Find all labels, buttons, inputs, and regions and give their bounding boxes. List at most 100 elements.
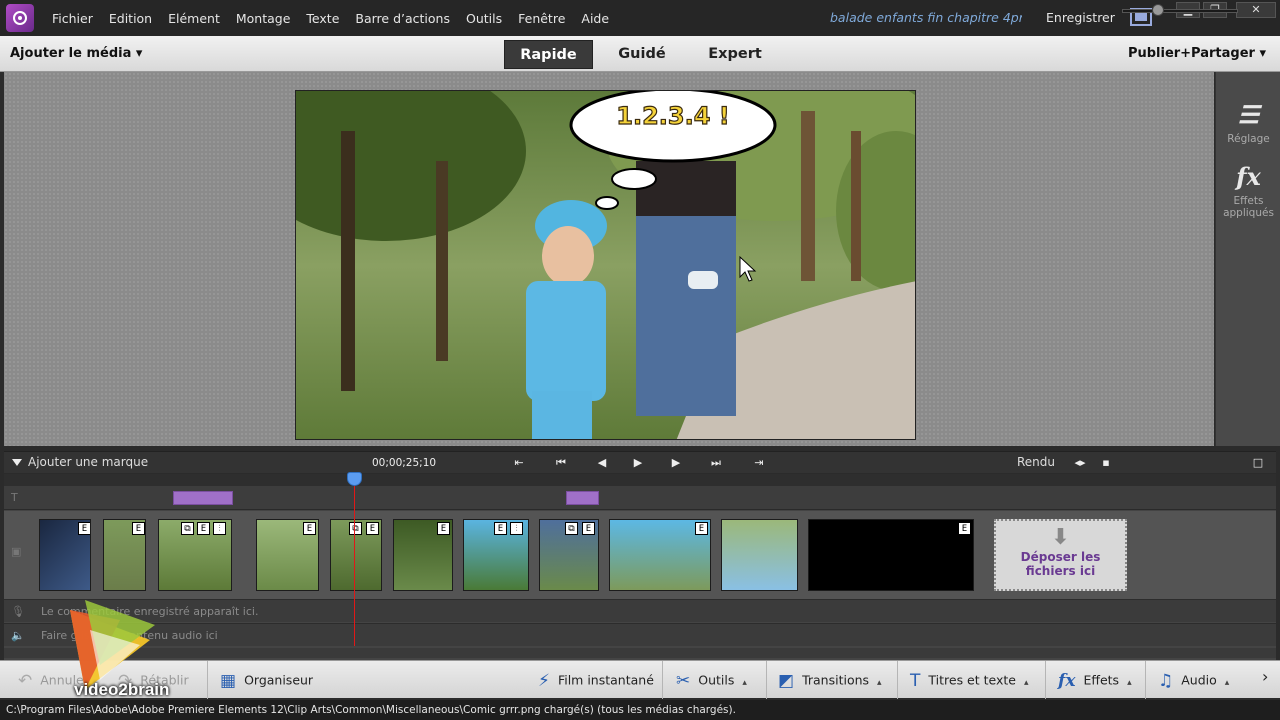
video-preview[interactable]: 1.2.3.4 !	[295, 90, 916, 440]
adjust-tool[interactable]: ☰ Réglage	[1216, 100, 1280, 145]
clip-copy-badge-icon: ⧉	[181, 522, 194, 535]
video-clip[interactable]: ⧉ E ⫶	[158, 519, 232, 591]
menu-element[interactable]: Elément	[160, 11, 228, 26]
text-t-icon: T	[910, 671, 921, 691]
premiere-elements-logo-icon	[6, 4, 34, 32]
video-clip[interactable]: E	[393, 519, 453, 591]
transitions-label: Transitions	[802, 672, 870, 688]
video-clip[interactable]: ⧉ E	[539, 519, 599, 591]
microphone-icon: 🎙	[11, 605, 25, 618]
applied-effects-tool[interactable]: fx Effets appliqués	[1216, 162, 1280, 219]
timeline-scrollbar[interactable]	[4, 648, 1276, 658]
narration-track: 🎙 Le commentaire enregistré apparaît ici…	[4, 599, 1276, 622]
adjustments-panel: ☰ Réglage fx Effets appliqués	[1215, 72, 1280, 446]
status-bar: C:\Program Files\Adobe\Adobe Premiere El…	[0, 700, 1280, 720]
menu-texte[interactable]: Texte	[298, 11, 347, 26]
menu-fenetre[interactable]: Fenêtre	[510, 11, 573, 26]
clip-copy-badge-icon: ⧉	[565, 522, 578, 535]
caret-up-icon: ▴	[1023, 677, 1029, 688]
tab-guide[interactable]: Guidé	[605, 40, 679, 69]
transitions-icon: ◩	[778, 671, 795, 691]
clip-fx-badge-icon: E	[494, 522, 507, 535]
video-clip[interactable]: E ⫶	[463, 519, 529, 591]
close-button[interactable]: ✕	[1236, 2, 1276, 18]
title-track: T	[4, 486, 1276, 510]
add-marker-button[interactable]: Ajouter une marque	[12, 455, 148, 469]
video-track: ▣ E E ⧉ E ⫶ E ⧉ E E E ⫶ ⧉ E E E ⬇ Déposer les…	[4, 511, 1276, 599]
toolbar-more-icon[interactable]: ›	[1262, 667, 1268, 686]
organizer-button[interactable]: ▦ Organiseur	[220, 671, 313, 691]
titles-text-button[interactable]: T Titres et texte ▴	[910, 671, 1029, 691]
undo-icon: ↶	[18, 671, 33, 691]
go-to-start-icon[interactable]: ⏮	[551, 454, 571, 472]
clip-fx-badge-icon: E	[437, 522, 450, 535]
go-to-end-icon[interactable]: ⏭	[706, 454, 726, 472]
time-ruler[interactable]	[4, 474, 1276, 486]
video-clip[interactable]: E	[39, 519, 91, 591]
tab-rapide[interactable]: Rapide	[504, 40, 593, 69]
play-icon[interactable]: ▶	[628, 454, 648, 472]
timeline-zoom-slider[interactable]	[1122, 9, 1238, 13]
video-frame-image: 1.2.3.4 !	[296, 91, 915, 439]
effects-label: Effets	[1083, 672, 1120, 688]
audio-button[interactable]: ♫ Audio ▴	[1158, 671, 1229, 691]
mode-bar: Ajouter le média ▾ Rapide Guidé Expert P…	[0, 36, 1280, 72]
tools-button[interactable]: ✂ Outils ▴	[676, 671, 747, 691]
action-bar: ↶ Annuler ↷ Rétablir ▦ Organiseur ⚡ Film ins…	[0, 660, 1280, 699]
caret-up-icon: ▴	[1127, 677, 1132, 688]
menu-edition[interactable]: Edition	[101, 11, 160, 26]
timeline-zoom-knob[interactable]	[1152, 4, 1164, 16]
menu-barre-actions[interactable]: Barre d’actions	[347, 11, 458, 26]
clip-fx-badge-icon: E	[582, 522, 595, 535]
step-forward-icon[interactable]: ▶	[666, 454, 686, 472]
menu-fichier[interactable]: Fichier	[44, 11, 101, 26]
adjust-label: Réglage	[1227, 133, 1270, 145]
clip-fx-badge-icon: E	[958, 522, 971, 535]
video-clip[interactable]: E	[103, 519, 146, 591]
organizer-grid-icon: ▦	[220, 671, 237, 691]
fit-timeline-icon[interactable]: ◂▸	[1070, 454, 1090, 472]
video-clip[interactable]: E	[609, 519, 711, 591]
arrow-down-icon: ⬇	[1051, 525, 1070, 550]
video-clip[interactable]: ⧉ E	[330, 519, 382, 591]
drop-zone-label: Déposer les fichiers ici	[1020, 550, 1101, 578]
monitor-panel: 1.2.3.4 !	[4, 72, 1214, 446]
instant-movie-button[interactable]: ⚡ Film instantané	[538, 671, 654, 691]
video2brain-watermark-text: video2brain	[74, 680, 170, 699]
speaker-icon: 🔈	[11, 629, 25, 642]
timecode-display: 00;00;25;10	[372, 457, 437, 469]
instant-movie-label: Film instantané	[557, 672, 654, 688]
title-clip[interactable]	[566, 491, 599, 505]
zoom-in-icon[interactable]: □	[1248, 454, 1268, 472]
go-to-previous-edit-icon[interactable]: ⇤	[509, 454, 529, 472]
comic-bubble-text: 1.2.3.4 !	[616, 102, 729, 130]
toolbar-divider	[1045, 661, 1046, 699]
save-button[interactable]: Enregistrer	[1046, 10, 1115, 25]
sliders-icon: ☰	[1237, 100, 1260, 129]
publish-share-button[interactable]: Publier+Partager ▾	[1128, 46, 1266, 61]
effects-button[interactable]: fx Effets ▴	[1058, 671, 1132, 691]
timeline: T ▣ E E ⧉ E ⫶ E ⧉ E E E ⫶ ⧉ E E E ⬇ Déposer l…	[4, 474, 1276, 660]
transitions-button[interactable]: ◩ Transitions ▴	[778, 671, 882, 691]
tab-expert[interactable]: Expert	[695, 40, 775, 69]
menu-outils[interactable]: Outils	[458, 11, 510, 26]
caret-up-icon: ▴	[1224, 677, 1230, 688]
toolbar-divider	[1145, 661, 1146, 699]
drop-files-zone[interactable]: ⬇ Déposer les fichiers ici	[994, 519, 1127, 591]
tools-icon: ✂	[676, 671, 691, 691]
title-clip[interactable]	[173, 491, 233, 505]
menu-aide[interactable]: Aide	[573, 11, 617, 26]
clip-audio-badge-icon: ⫶	[510, 522, 523, 535]
add-media-button[interactable]: Ajouter le média ▾	[10, 46, 142, 61]
video-clip[interactable]	[721, 519, 798, 591]
clip-fx-badge-icon: E	[132, 522, 145, 535]
video-clip[interactable]: E	[256, 519, 319, 591]
step-back-icon[interactable]: ◀	[592, 454, 612, 472]
menu-montage[interactable]: Montage	[228, 11, 299, 26]
render-button[interactable]: Rendu	[1017, 455, 1055, 469]
zoom-out-icon[interactable]: ▪	[1096, 454, 1116, 472]
go-to-next-edit-icon[interactable]: ⇥	[749, 454, 769, 472]
titles-label: Titres et texte	[928, 672, 1016, 688]
audio-label: Audio	[1181, 672, 1217, 688]
video-clip-black[interactable]: E	[808, 519, 974, 591]
